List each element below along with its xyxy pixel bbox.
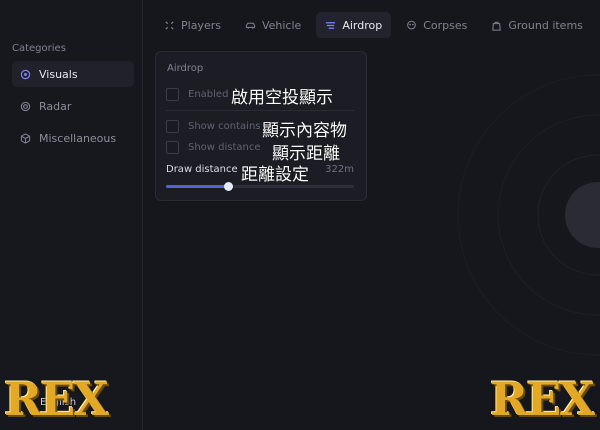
enabled-checkbox[interactable] xyxy=(166,87,179,101)
skull-icon xyxy=(406,20,417,31)
show-distance-checkbox[interactable] xyxy=(166,140,179,154)
car-icon xyxy=(245,20,256,31)
cube-icon xyxy=(20,132,31,144)
bag-icon xyxy=(491,20,502,31)
slider-fill xyxy=(166,185,229,188)
panel-title: Airdrop xyxy=(167,63,204,74)
sidebar-item-label: Radar xyxy=(39,99,72,113)
tab-bar: Players Vehicle Airdrop Corpses Ground i… xyxy=(155,12,592,38)
tab-corpses[interactable]: Corpses xyxy=(397,12,476,38)
sidebar-item-visuals[interactable]: Visuals xyxy=(12,61,134,87)
categories-title: Categories xyxy=(12,43,66,54)
airdrop-icon xyxy=(325,20,336,31)
tab-vehicle[interactable]: Vehicle xyxy=(236,12,310,38)
show-contains-label: Show contains xyxy=(188,120,261,132)
sidebar-item-miscellaneous[interactable]: Miscellaneous xyxy=(12,125,134,151)
sidebar-item-label: Miscellaneous xyxy=(39,131,117,145)
eye-icon xyxy=(20,69,31,80)
show-contains-checkbox[interactable] xyxy=(166,119,179,133)
sidebar-item-radar[interactable]: Radar xyxy=(12,93,134,119)
tab-players[interactable]: Players xyxy=(155,12,230,38)
tab-label: Airdrop xyxy=(342,18,383,32)
tab-label: Vehicle xyxy=(261,18,302,32)
slider-thumb[interactable] xyxy=(224,182,234,191)
show-contains-annotation: 顯示內容物 xyxy=(262,121,347,141)
draw-distance-annotation: 距離設定 xyxy=(241,165,309,185)
tab-label: Ground items xyxy=(508,18,583,32)
enabled-label: Enabled xyxy=(188,88,229,100)
rex-logo-right: REX xyxy=(490,372,595,426)
show-distance-label: Show distance xyxy=(188,141,261,153)
sidebar-item-label: Visuals xyxy=(39,67,78,81)
rex-logo-left: REX xyxy=(4,372,109,426)
enabled-annotation: 啟用空投顯示 xyxy=(231,88,333,108)
tab-label: Players xyxy=(181,18,221,32)
sidebar: Categories Visuals Radar Miscellaneous E… xyxy=(0,0,143,430)
draw-distance-value: 322m xyxy=(325,164,354,175)
tab-label: Corpses xyxy=(423,18,468,32)
divider xyxy=(166,110,354,111)
tab-airdrop[interactable]: Airdrop xyxy=(316,12,392,38)
crosshair-icon xyxy=(164,20,175,31)
draw-distance-label: Draw distance xyxy=(166,164,238,175)
draw-distance-slider[interactable] xyxy=(166,182,354,191)
radar-icon xyxy=(20,101,31,112)
tab-ground-items[interactable]: Ground items xyxy=(482,12,592,38)
